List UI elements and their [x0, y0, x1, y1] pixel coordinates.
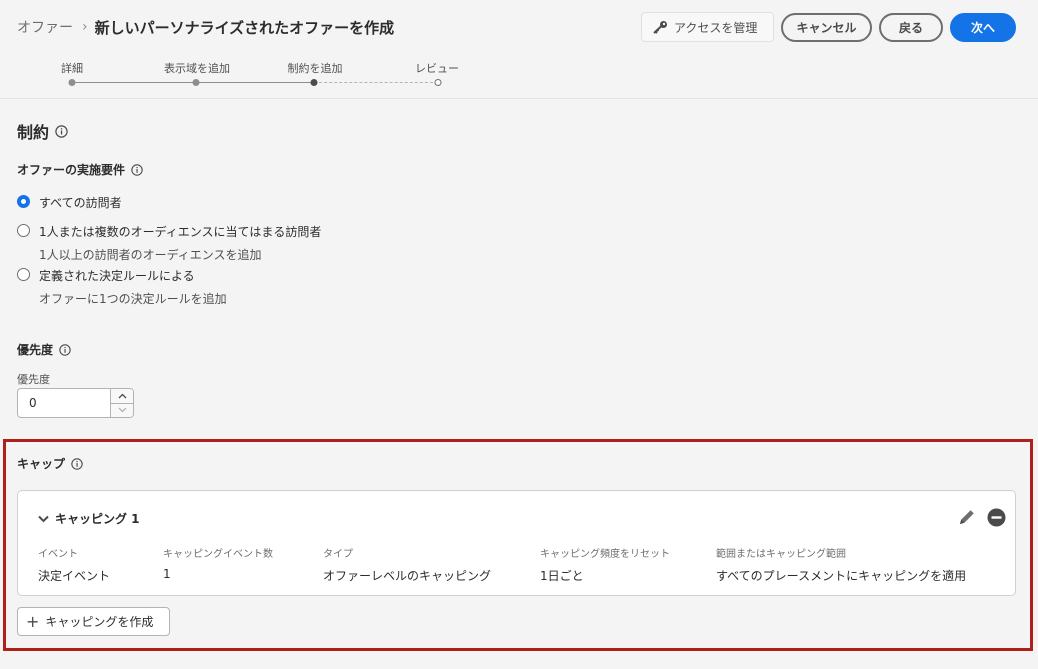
column-header: キャッピング頻度をリセット	[540, 549, 670, 560]
step-label-constraints: 制約を追加	[287, 62, 343, 75]
priority-input[interactable]: 0	[18, 389, 110, 417]
breadcrumb: オファー › 新しいパーソナライズされたオファーを作成	[17, 16, 394, 38]
eligibility-option-decision-rule[interactable]: 定義された決定ルールによる オファーに1つの決定ルールを追加	[17, 267, 227, 307]
priority-stepper[interactable]: 0	[17, 388, 134, 418]
column-header: タイプ	[323, 549, 353, 560]
radio-label: 定義された決定ルールによる	[39, 269, 195, 283]
step-remaining-line	[314, 82, 438, 83]
next-button[interactable]: 次へ	[950, 13, 1016, 42]
column-value: オファーレベルのキャッピング	[323, 569, 492, 583]
column-value: 決定イベント	[38, 569, 111, 583]
radio-description: 1人以上の訪問者のオーディエンスを追加	[39, 248, 262, 262]
capping-column-event: イベント 決定イベント	[38, 545, 110, 584]
back-button[interactable]: 戻る	[879, 13, 943, 42]
capping-title: キャップ	[17, 457, 66, 471]
capping-heading: キャップ	[17, 455, 83, 472]
info-icon[interactable]	[59, 343, 71, 356]
constraints-title: 制約	[17, 123, 50, 142]
column-value: 1	[163, 567, 171, 581]
breadcrumb-offers-link[interactable]: オファー	[17, 17, 73, 37]
info-icon[interactable]	[55, 124, 68, 138]
capping-column-type: タイプ オファーレベルのキャッピング	[323, 545, 491, 584]
eligibility-option-all-visitors[interactable]: すべての訪問者	[17, 194, 122, 211]
capping-column-reset-frequency: キャッピング頻度をリセット 1日ごと	[540, 545, 670, 584]
create-capping-button[interactable]: + キャッピングを作成	[17, 607, 170, 636]
remove-icon[interactable]	[987, 508, 1006, 531]
step-dot-details	[68, 79, 76, 86]
create-capping-label: キャッピングを作成	[45, 615, 154, 629]
column-header: 範囲またはキャッピング範囲	[716, 549, 846, 560]
chevron-down-icon	[38, 515, 49, 522]
increment-button[interactable]	[111, 389, 133, 403]
column-value: 1日ごと	[540, 569, 584, 583]
decrement-button[interactable]	[111, 402, 133, 417]
capping-card-title: キャッピング 1	[55, 512, 140, 526]
constraints-heading: 制約	[17, 119, 68, 143]
capping-column-event-count: キャッピングイベント数 1	[163, 545, 273, 581]
column-header: キャッピングイベント数	[163, 549, 273, 560]
step-label-details: 詳細	[61, 62, 83, 75]
radio-label: すべての訪問者	[39, 196, 122, 210]
radio-decision-rule[interactable]	[17, 268, 30, 281]
radio-all-visitors[interactable]	[17, 195, 30, 208]
capping-card-toggle[interactable]: キャッピング 1	[38, 510, 140, 527]
priority-heading: 優先度	[17, 341, 71, 358]
wizard-steps: 詳細 表示域を追加 制約を追加 レビュー	[0, 58, 500, 94]
radio-description: オファーに1つの決定ルールを追加	[39, 292, 227, 306]
column-value: すべてのプレースメントにキャッピングを適用	[716, 569, 967, 583]
page-header: オファー › 新しいパーソナライズされたオファーを作成 アクセスを管理 キャンセ…	[0, 0, 1038, 99]
eligibility-title: オファーの実施要件	[17, 163, 126, 177]
eligibility-option-audiences[interactable]: 1人または複数のオーディエンスに当てはまる訪問者 1人以上の訪問者のオーディエン…	[17, 223, 321, 263]
capping-card: キャッピング 1 イベント 決定イベント キャッピングイベント数 1 タイプ オ…	[17, 490, 1016, 596]
cancel-button[interactable]: キャンセル	[781, 13, 872, 42]
key-icon	[653, 21, 667, 34]
plus-icon: +	[26, 611, 40, 631]
column-header: イベント	[38, 549, 78, 560]
step-dot-placements	[192, 79, 200, 86]
manage-access-button[interactable]: アクセスを管理	[641, 12, 774, 42]
priority-title: 優先度	[17, 343, 54, 357]
radio-audiences[interactable]	[17, 224, 30, 237]
chevron-down-icon	[118, 407, 126, 413]
edit-icon[interactable]	[957, 507, 977, 531]
priority-field-label: 優先度	[17, 373, 50, 386]
eligibility-heading: オファーの実施要件	[17, 161, 143, 178]
step-label-review: レビュー	[415, 62, 459, 75]
chevron-up-icon	[118, 393, 126, 399]
capping-column-scope: 範囲またはキャッピング範囲 すべてのプレースメントにキャッピングを適用	[716, 545, 966, 584]
manage-access-label: アクセスを管理	[674, 20, 758, 35]
info-icon[interactable]	[131, 163, 143, 176]
info-icon[interactable]	[71, 457, 83, 470]
breadcrumb-separator: ›	[82, 19, 88, 35]
page-title: 新しいパーソナライズされたオファーを作成	[94, 18, 395, 37]
step-dot-review	[434, 79, 442, 86]
radio-label: 1人または複数のオーディエンスに当てはまる訪問者	[39, 225, 322, 239]
step-dot-constraints	[310, 79, 318, 86]
step-label-placements: 表示域を追加	[164, 62, 230, 75]
